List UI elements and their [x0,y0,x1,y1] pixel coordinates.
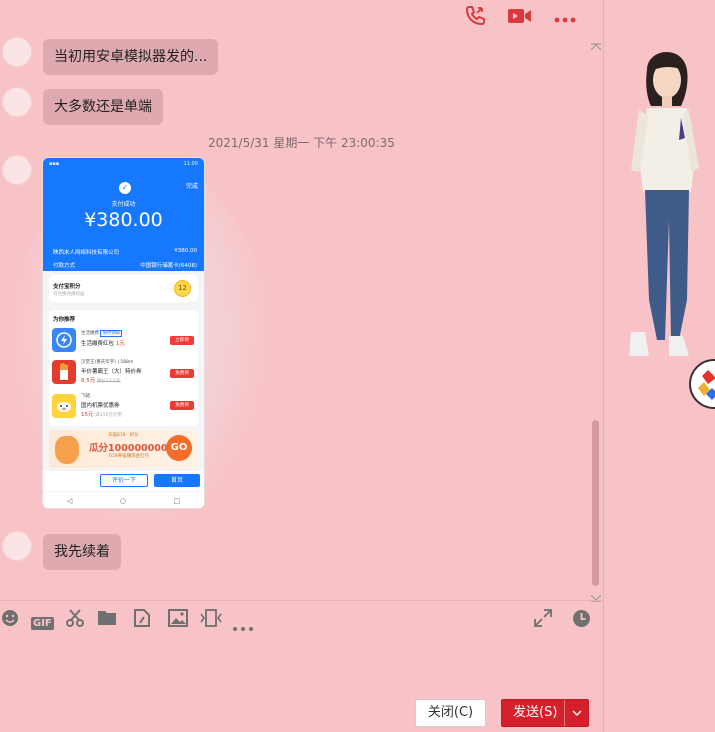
avatar[interactable] [2,87,32,117]
recommend-price: 15元 [81,412,94,418]
gif-label: GIF [31,617,54,630]
message-bubble[interactable]: 我先续着 [43,534,121,570]
gif-icon[interactable]: GIF [31,611,54,630]
video-call-icon[interactable] [507,6,533,30]
recommend-title: 为你推荐 [53,317,76,323]
pig-icon [52,394,76,418]
history-clock-icon[interactable] [572,609,591,632]
send-file-icon[interactable] [133,609,151,631]
recommend-brand: 生活缴费 [81,331,99,336]
folder-icon[interactable] [97,609,117,630]
send-button[interactable]: 发送(S) [501,699,589,727]
utility-icon [52,328,76,352]
done-button: 完成 [185,183,198,190]
show-character-icon[interactable] [625,40,705,370]
recommend-tag: 588m [120,360,134,365]
paid-amount: ¥380.00 [84,209,163,231]
avatar[interactable] [2,155,32,185]
recommend-item: 生活缴费 限时领取 生活缴费红包 1元 立即领 [49,326,198,356]
merchant-name: 陕西未人网络科技有限公司 [53,250,120,256]
image-icon[interactable] [168,609,188,631]
screen-record-icon[interactable] [200,609,222,631]
input-toolbar: GIF [0,600,603,638]
promo-sub: 618养猫赚现金红包 [109,454,150,459]
pay-method-label: 付款方式 [53,263,76,269]
recommend-title-text: 国内机票优惠券 [81,403,120,409]
close-button[interactable]: 关闭(C) [415,699,486,727]
app-mascot-icon[interactable] [688,358,715,410]
claim-button: 免费领 [170,401,194,410]
more-icon[interactable] [232,617,254,636]
recommend-card: 为你推荐 生活缴费 限时领取 生活缴费红包 1元 立即领 汉堡王(重庆华宇) |… [49,310,198,426]
recommend-item: 飞猪 国内机票优惠券 15元 满150元可用 免费领 [49,392,198,424]
merchant-amount: ¥380.00 [174,248,197,254]
home-button: 首页 [154,474,200,487]
status-time: 11:00 [183,161,198,167]
header-actions [463,4,577,32]
signal-icon: ▪▪▪ [49,161,60,167]
phone-nav-bar: ◁ ○ □ [43,492,204,508]
scrollbar-thumb[interactable] [592,420,599,586]
evaluate-button: 评价一下 [100,474,148,487]
screenshot-scissors-icon[interactable] [65,609,85,631]
expand-icon[interactable] [534,609,552,631]
recommend-old-price: 原价13.5元 [97,379,121,384]
points-badge: 12 [174,280,191,297]
avatar[interactable] [2,531,32,561]
recommend-price: 6.5元 [81,378,96,384]
recommend-brand: 汉堡王(重庆华宇) [81,360,117,365]
chat-panel: 当初用安卓模拟器发的... 大多数还是单端 2021/5/31 星期一 下午 2… [0,0,603,732]
recommend-item: 汉堡王(重庆华宇) | 588m 半价薯霸王（大）特价券 6.5元 原价13.5… [49,358,198,390]
merchant-row: 陕西未人网络科技有限公司 ¥380.00 [53,248,197,256]
pay-method-row: 付款方式 中国银行储蓄卡(6408) [53,261,197,269]
send-label: 发送(S) [513,705,558,720]
image-message[interactable]: ▪▪▪ 11:00 完成 ✓ 支付成功 ¥380.00 陕西未人网络科技有限公司 ¥… [42,157,205,509]
fries-icon [52,360,76,384]
message-bubble[interactable]: 大多数还是单端 [43,89,163,125]
emoji-icon[interactable] [1,609,19,631]
nav-recent-icon: □ [173,497,181,505]
voice-call-icon[interactable] [463,4,487,32]
nav-home-icon: ○ [119,497,126,505]
claim-button: 免费领 [170,369,194,378]
message-timestamp: 2021/5/31 星期一 下午 23:00:35 [208,136,395,150]
nav-back-icon: ◁ [66,497,73,505]
pay-method: 中国银行储蓄卡(6408) [140,263,197,269]
phone-status-bar: ▪▪▪ 11:00 [43,158,204,170]
payment-header: ▪▪▪ 11:00 完成 ✓ 支付成功 ¥380.00 陕西未人网络科技有限公司 ¥… [43,158,204,271]
claim-button: 立即领 [170,336,194,345]
send-options-dropdown[interactable] [564,700,588,726]
recommend-tag: 限时领取 [100,330,123,337]
message-bubble[interactable]: 当初用安卓模拟器发的... [43,39,219,75]
recommend-brand: 飞猪 [81,394,90,399]
points-sub: 可兑换兑换权益 [53,292,85,297]
recommend-title-text: 生活缴费红包 [81,341,115,347]
points-card: 支付宝积分 可兑换兑换权益 12 [49,275,198,302]
success-label: 支付成功 [111,201,136,208]
recommend-title-text: 半价薯霸王（大）特价券 [81,369,142,375]
recommend-price: 1元 [115,341,125,347]
recommend-condition: 满150元可用 [95,413,122,418]
chevron-down-icon [572,710,582,716]
avatar[interactable] [2,37,32,67]
scroll-up-icon[interactable] [590,36,602,55]
points-title: 支付宝积分 [53,284,81,290]
go-badge: GO [166,435,192,461]
phone-footer: 评价一下 首页 [43,471,204,491]
more-icon[interactable] [553,9,577,28]
cat-mascot-icon [55,436,79,464]
check-icon: ✓ [119,182,131,194]
side-panel [603,0,715,732]
promo-banner: 天猫618 · 好价 瓜分1000000000元 618养猫赚现金红包 GO [49,430,198,468]
